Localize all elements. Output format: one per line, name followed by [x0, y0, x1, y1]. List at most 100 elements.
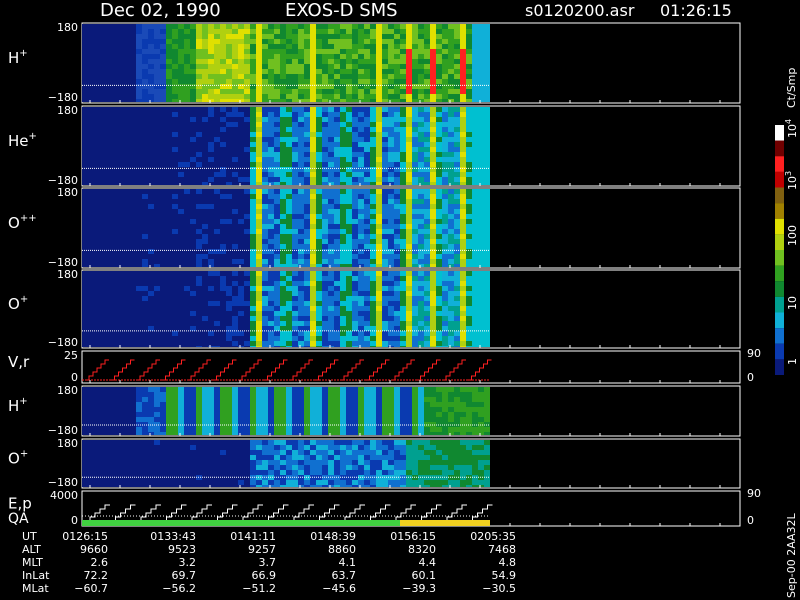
heatmap-cell [292, 234, 298, 239]
heatmap-cell [178, 137, 184, 142]
heatmap-cell [208, 276, 214, 281]
heatmap-cell [250, 219, 256, 224]
heatmap-cell [112, 189, 118, 194]
heatmap-cell [334, 296, 340, 301]
heatmap-cell [220, 326, 226, 331]
heatmap-cell [226, 137, 232, 142]
panel-label-h-plus: H+ [8, 48, 28, 67]
heatmap-cell [430, 286, 436, 291]
heatmap-cell [208, 54, 214, 59]
heatmap-cell [106, 89, 112, 94]
heatmap-cell [202, 259, 208, 264]
heatmap-cell [286, 336, 292, 341]
heatmap-cell [394, 301, 400, 306]
heatmap-cell [220, 34, 226, 39]
heatmap-cell [202, 239, 208, 244]
heatmap-cell [430, 326, 436, 331]
heatmap-cell [136, 142, 142, 147]
heatmap-cell [112, 249, 118, 254]
heatmap-cell [256, 229, 262, 234]
heatmap-cell [448, 249, 454, 254]
heatmap-cell [94, 74, 100, 79]
heatmap-cell [220, 311, 226, 316]
heatmap-cell [382, 89, 388, 94]
heatmap-cell [322, 244, 328, 249]
heatmap-cell [382, 59, 388, 64]
heatmap-cell [286, 331, 292, 336]
heatmap-cell [178, 189, 184, 194]
heatmap-cell [484, 311, 490, 316]
heatmap-cell [364, 117, 370, 122]
heatmap-cell [208, 264, 214, 267]
heatmap-cell [370, 29, 376, 34]
heatmap-cell [370, 94, 376, 99]
heatmap-cell [274, 291, 280, 296]
heatmap-cell [364, 99, 370, 102]
heatmap-cell [142, 44, 148, 49]
heatmap-cell [220, 224, 226, 229]
heatmap-cell [184, 259, 190, 264]
heatmap-cell [472, 199, 478, 204]
heatmap-cell [268, 167, 274, 172]
heatmap-cell [412, 167, 418, 172]
heatmap-cell [100, 397, 106, 402]
heatmap-cell [106, 259, 112, 264]
heatmap-cell [262, 234, 268, 239]
heatmap-cell [304, 331, 310, 336]
heatmap-cell [196, 74, 202, 79]
heatmap-cell [214, 59, 220, 64]
heatmap-cell [118, 194, 124, 199]
heatmap-cell [484, 306, 490, 311]
heatmap-cell [442, 224, 448, 229]
heatmap-cell [334, 281, 340, 286]
heatmap-cell [112, 49, 118, 54]
heatmap-cell [184, 34, 190, 39]
heatmap-cell [148, 189, 154, 194]
heatmap-cell [322, 137, 328, 142]
heatmap-cell [202, 321, 208, 326]
heatmap-cell [376, 127, 382, 132]
heatmap-cell [448, 79, 454, 84]
heatmap-cell [298, 117, 304, 122]
heatmap-cell [340, 199, 346, 204]
heatmap-cell [214, 402, 220, 407]
heatmap-cell [286, 147, 292, 152]
heatmap-cell [124, 219, 130, 224]
heatmap-cell [100, 239, 106, 244]
heatmap-cell [208, 112, 214, 117]
heatmap-cell [214, 346, 220, 347]
heatmap-cell [430, 44, 436, 49]
heatmap-cell [394, 244, 400, 249]
heatmap-cell [406, 276, 412, 281]
heatmap-cell [454, 276, 460, 281]
heatmap-cell [220, 214, 226, 219]
heatmap-cell [94, 127, 100, 132]
heatmap-cell [394, 341, 400, 346]
heatmap-cell [238, 286, 244, 291]
heatmap-cell [142, 281, 148, 286]
heatmap-cell [220, 44, 226, 49]
heatmap-cell [94, 49, 100, 54]
heatmap-cell [358, 69, 364, 74]
heatmap-cell [250, 306, 256, 311]
heatmap-cell [238, 229, 244, 234]
heatmap-cell [130, 239, 136, 244]
heatmap-cell [184, 276, 190, 281]
heatmap-cell [316, 432, 322, 435]
heatmap-cell [82, 244, 88, 249]
heatmap-cell [448, 321, 454, 326]
heatmap-cell [88, 34, 94, 39]
heatmap-cell [376, 172, 382, 177]
heatmap-cell [430, 291, 436, 296]
heatmap-cell [262, 214, 268, 219]
heatmap-cell [82, 407, 88, 412]
heatmap-cell [250, 301, 256, 306]
heatmap-cell [106, 112, 112, 117]
heatmap-cell [346, 234, 352, 239]
heatmap-cell [334, 44, 340, 49]
heatmap-cell [364, 142, 370, 147]
heatmap-cell [124, 59, 130, 64]
heatmap-cell [100, 204, 106, 209]
heatmap-cell [118, 311, 124, 316]
heatmap-cell [484, 281, 490, 286]
